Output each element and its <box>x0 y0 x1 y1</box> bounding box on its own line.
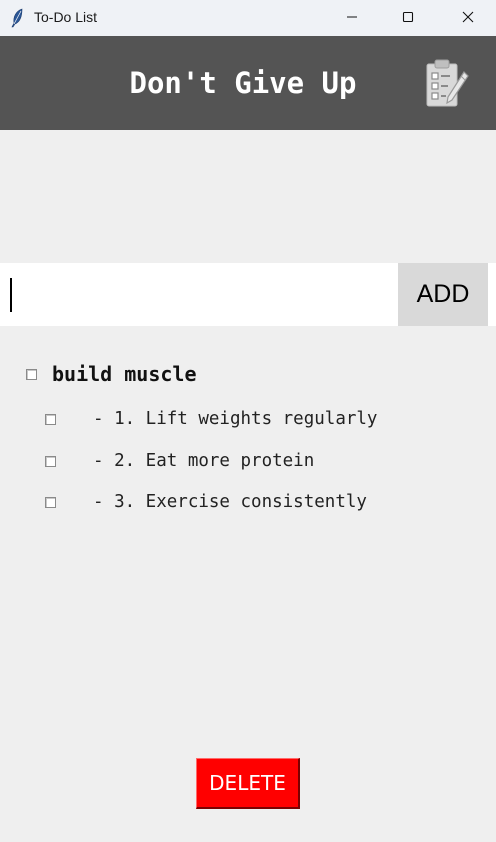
window-title: To-Do List <box>34 9 98 25</box>
app-window: To-Do List Don't Give Up ADD build muscl… <box>0 0 496 842</box>
subtask-label: - 3. Exercise consistently <box>93 492 367 512</box>
app-header: Don't Give Up <box>0 36 496 130</box>
task-item[interactable]: build muscle <box>26 362 197 386</box>
maximize-button[interactable] <box>380 0 436 34</box>
subtask-checkbox[interactable] <box>45 496 56 508</box>
header-title: Don't Give Up <box>129 66 357 100</box>
subtask-label: - 1. Lift weights regularly <box>93 409 378 429</box>
subtask-checkbox[interactable] <box>45 413 56 425</box>
subtask-checkbox[interactable] <box>45 455 56 467</box>
subtask-item[interactable]: - 2. Eat more protein <box>45 451 314 471</box>
add-button[interactable]: ADD <box>398 263 488 326</box>
close-icon <box>462 8 474 27</box>
maximize-icon <box>402 8 414 27</box>
task-label: build muscle <box>52 362 197 386</box>
subtask-label: - 2. Eat more protein <box>93 451 315 471</box>
subtask-item[interactable]: - 3. Exercise consistently <box>45 492 367 512</box>
task-input[interactable] <box>0 263 398 326</box>
subtask-item[interactable]: - 1. Lift weights regularly <box>45 409 377 429</box>
close-button[interactable] <box>440 0 496 34</box>
minimize-icon <box>346 8 358 27</box>
text-caret <box>10 278 12 312</box>
feather-icon <box>10 8 24 28</box>
task-input-row: ADD <box>0 263 496 326</box>
clipboard-checklist-icon <box>424 58 470 110</box>
task-checkbox[interactable] <box>26 368 37 380</box>
title-bar[interactable]: To-Do List <box>0 0 496 37</box>
delete-button[interactable]: DELETE <box>196 758 300 809</box>
minimize-button[interactable] <box>324 0 380 34</box>
